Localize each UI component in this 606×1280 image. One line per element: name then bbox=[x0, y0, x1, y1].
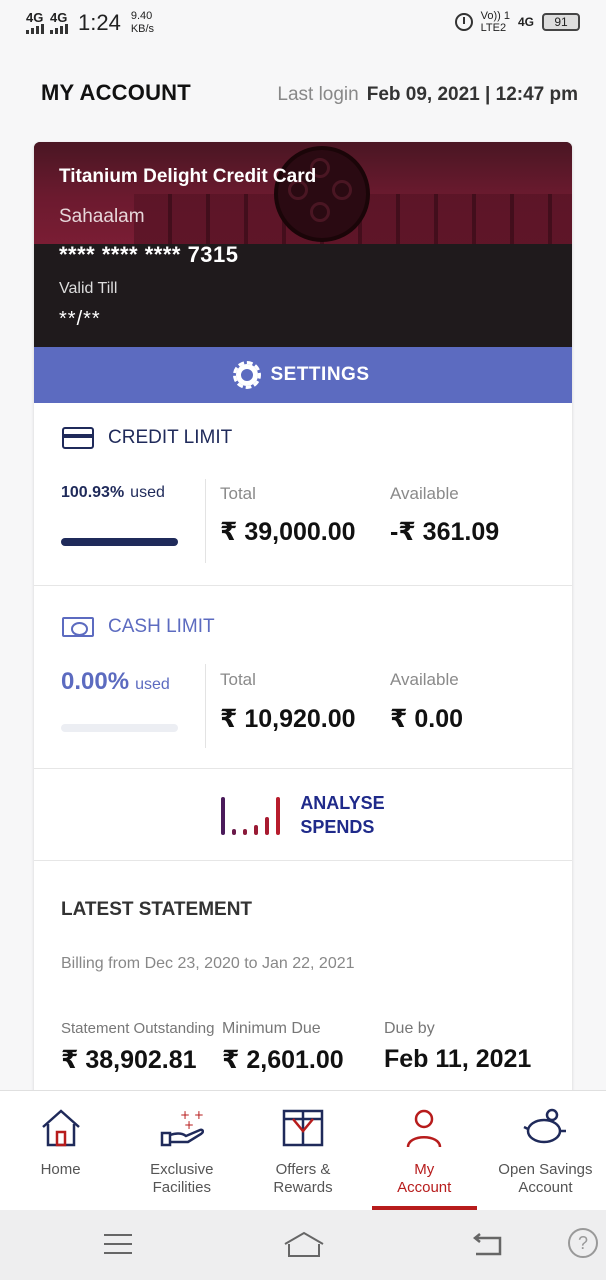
user-icon bbox=[401, 1105, 447, 1151]
cash-used: 0.00% used bbox=[61, 668, 170, 695]
billing-period: Billing from Dec 23, 2020 to Jan 22, 202… bbox=[61, 955, 355, 972]
nav-item-my-account[interactable]: My Account bbox=[364, 1091, 485, 1210]
nav-label: My Account bbox=[397, 1161, 452, 1196]
credit-usage-fill bbox=[61, 538, 178, 546]
credit-card-icon bbox=[62, 427, 94, 449]
card-banner-image bbox=[34, 142, 572, 244]
credit-total-label: Total bbox=[220, 484, 256, 503]
nav-label: Home bbox=[40, 1161, 81, 1178]
credit-total-value: ₹ 39,000.00 bbox=[220, 518, 356, 546]
home-icon bbox=[38, 1105, 84, 1151]
valid-till-label: Valid Till bbox=[59, 280, 118, 297]
credit-available-label: Available bbox=[390, 484, 459, 503]
page-title: MY ACCOUNT bbox=[41, 80, 191, 105]
battery-icon: 91 bbox=[542, 13, 580, 31]
network-speed: 9.40 KB/s bbox=[130, 10, 155, 35]
signal-bars-icon bbox=[26, 24, 44, 34]
card-name: Titanium Delight Credit Card bbox=[59, 166, 317, 187]
piggy-bank-icon bbox=[522, 1105, 568, 1151]
cash-total-value: ₹ 10,920.00 bbox=[220, 705, 356, 733]
alarm-icon bbox=[454, 13, 473, 31]
last-login: Last login Feb 09, 2021 | 12:47 pm bbox=[277, 84, 578, 105]
signal-1: 4G bbox=[26, 11, 44, 34]
outstanding-label: Statement Outstanding bbox=[61, 1020, 215, 1037]
signal-bars-icon bbox=[50, 24, 68, 34]
signal-2: 4G bbox=[50, 11, 68, 34]
cash-available-value: ₹ 0.00 bbox=[390, 705, 463, 733]
bottom-nav: Home + + + Exclusive Facilities Offers & … bbox=[0, 1090, 606, 1210]
system-nav-bar: ? bbox=[0, 1210, 606, 1280]
due-by-label: Due by bbox=[384, 1020, 435, 1037]
nav-item-offers-rewards[interactable]: Offers & Rewards bbox=[242, 1091, 363, 1210]
settings-label: SETTINGS bbox=[270, 364, 370, 385]
cash-icon bbox=[62, 617, 94, 637]
nav-label: Open Savings Account bbox=[498, 1161, 593, 1196]
cash-limit-title: CASH LIMIT bbox=[62, 616, 215, 638]
analyse-spends-button[interactable]: ANALYSE SPENDS bbox=[34, 769, 572, 861]
credit-available-value: -₹ 361.09 bbox=[390, 518, 500, 546]
cash-available-label: Available bbox=[390, 670, 459, 689]
credit-limit-title: CREDIT LIMIT bbox=[62, 427, 232, 449]
page-header: MY ACCOUNT Last login Feb 09, 2021 | 12:4… bbox=[41, 80, 578, 106]
nav-label: Exclusive Facilities bbox=[150, 1161, 214, 1196]
analyse-spends-label: ANALYSE SPENDS bbox=[300, 792, 385, 837]
credit-used: 100.93% used bbox=[61, 484, 165, 501]
system-home-icon[interactable] bbox=[283, 1230, 325, 1263]
credit-card[interactable]: Titanium Delight Credit Card Sahaalam **… bbox=[34, 142, 572, 347]
outstanding-value: ₹ 38,902.81 bbox=[61, 1046, 197, 1074]
minimum-due-label: Minimum Due bbox=[222, 1020, 321, 1037]
gift-icon bbox=[280, 1105, 326, 1151]
svg-text:+: + bbox=[184, 1118, 194, 1132]
help-icon[interactable]: ? bbox=[568, 1228, 598, 1258]
gear-icon bbox=[233, 361, 262, 389]
nav-item-open-savings[interactable]: Open Savings Account bbox=[485, 1091, 606, 1210]
volte-indicator: Vo)) 1 LTE2 bbox=[480, 10, 510, 34]
nav-item-home[interactable]: Home bbox=[0, 1091, 121, 1210]
film-reel-icon bbox=[274, 146, 370, 242]
back-icon[interactable] bbox=[472, 1232, 502, 1263]
exclusive-facilities-icon: + + + bbox=[159, 1105, 205, 1151]
credit-limit-section[interactable]: CREDIT LIMIT 100.93% used Total ₹ 39,000.… bbox=[34, 403, 572, 586]
analyse-spends-icon bbox=[221, 795, 281, 835]
cash-total-label: Total bbox=[220, 670, 256, 689]
menu-icon[interactable] bbox=[104, 1234, 132, 1261]
cash-limit-section[interactable]: CASH LIMIT 0.00% used Total ₹ 10,920.00 A… bbox=[34, 586, 572, 769]
due-by-value: Feb 11, 2021 bbox=[384, 1045, 532, 1073]
nav-item-exclusive-facilities[interactable]: + + + Exclusive Facilities bbox=[121, 1091, 242, 1210]
minimum-due-value: ₹ 2,601.00 bbox=[222, 1046, 344, 1074]
statement-title: LATEST STATEMENT bbox=[61, 899, 253, 920]
cash-usage-bar bbox=[61, 724, 178, 732]
card-holder: Sahaalam bbox=[59, 206, 145, 227]
card-number: **** **** **** 7315 bbox=[59, 242, 239, 267]
valid-till-value: **/** bbox=[59, 308, 101, 330]
account-panel: Titanium Delight Credit Card Sahaalam **… bbox=[34, 142, 572, 1102]
nav-label: Offers & Rewards bbox=[273, 1161, 333, 1196]
clock: 1:24 bbox=[78, 10, 121, 35]
network-type: 4G bbox=[517, 15, 534, 29]
settings-button[interactable]: SETTINGS bbox=[34, 347, 572, 403]
credit-usage-bar bbox=[61, 538, 178, 546]
latest-statement-section[interactable]: LATEST STATEMENT Billing from Dec 23, 20… bbox=[34, 861, 572, 1101]
status-bar: 4G 4G 1:24 9.40 KB/s Vo)) 1 LTE2 4G 91 bbox=[0, 0, 606, 44]
